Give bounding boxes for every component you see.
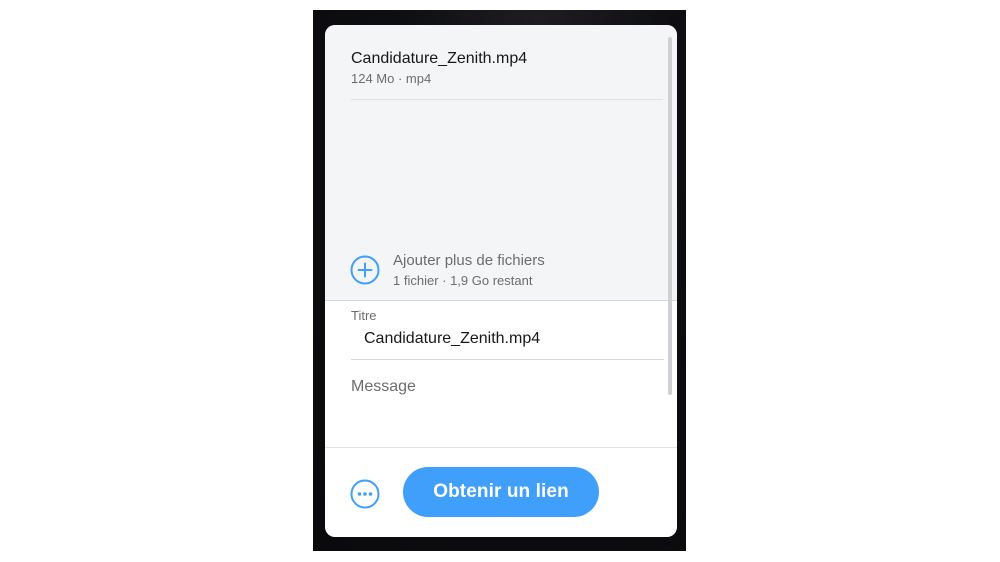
message-input[interactable]: Message	[351, 377, 663, 397]
more-options-icon[interactable]	[350, 479, 380, 509]
file-list-item[interactable]: Candidature_Zenith.mp4 124 Mo · mp4	[351, 49, 663, 87]
title-underline	[351, 359, 664, 360]
file-meta: 124 Mo · mp4	[351, 71, 432, 86]
file-list: Candidature_Zenith.mp4 124 Mo · mp4 Ajou…	[325, 25, 677, 300]
title-input[interactable]: Candidature_Zenith.mp4	[364, 329, 663, 349]
footer-divider	[325, 447, 677, 448]
add-files-button[interactable]: Ajouter plus de fichiers 1 fichier · 1,9…	[350, 250, 545, 290]
add-files-meta: 1 fichier · 1,9 Go restant	[393, 273, 533, 288]
transfer-panel: Candidature_Zenith.mp4 124 Mo · mp4 Ajou…	[325, 25, 677, 537]
file-name: Candidature_Zenith.mp4	[351, 50, 528, 67]
plus-circle-icon[interactable]	[350, 255, 380, 285]
more-options-button[interactable]	[350, 479, 380, 509]
screenshot-stage: Candidature_Zenith.mp4 124 Mo · mp4 Ajou…	[0, 0, 1000, 562]
scrollbar[interactable]	[668, 37, 672, 395]
title-label: Titre	[351, 308, 377, 323]
get-link-button[interactable]: Obtenir un lien	[403, 467, 599, 517]
section-divider	[325, 300, 677, 301]
file-divider	[351, 99, 663, 100]
add-files-text: Ajouter plus de fichiers 1 fichier · 1,9…	[393, 251, 545, 289]
title-field[interactable]: Titre Candidature_Zenith.mp4	[351, 308, 663, 349]
add-files-label: Ajouter plus de fichiers	[393, 252, 545, 269]
